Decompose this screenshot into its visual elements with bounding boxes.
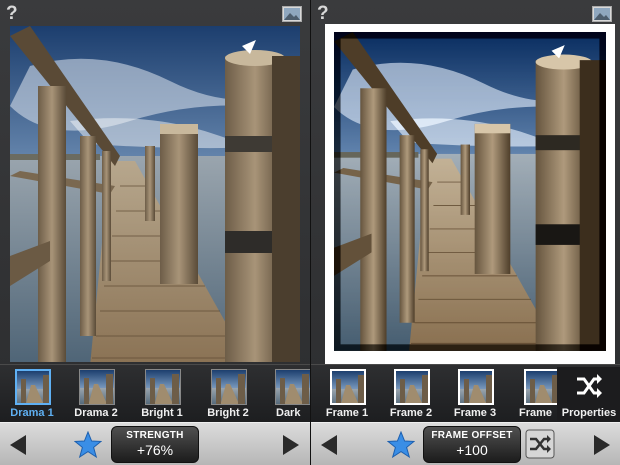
- frame-thumbnail: [394, 369, 430, 405]
- frame-item-2[interactable]: Frame 2: [381, 367, 441, 421]
- image-icon[interactable]: [282, 6, 302, 22]
- frame-label: Frame: [519, 407, 553, 419]
- filter-item-drama-1[interactable]: Drama 1: [2, 367, 62, 421]
- photo-preview[interactable]: [10, 26, 300, 362]
- left-panel: ? Drama 1 Drama 2 Bright 1 Bright 2 Dark…: [0, 0, 310, 465]
- filter-thumbnail: [79, 369, 115, 405]
- shuffle-icon[interactable]: [525, 429, 555, 459]
- frame-offset-control[interactable]: FRAME OFFSET +100: [423, 426, 521, 463]
- right-arrow-icon[interactable]: [588, 432, 614, 458]
- strength-control[interactable]: STRENGTH +76%: [111, 426, 199, 463]
- filter-item-bright-1[interactable]: Bright 1: [132, 367, 192, 421]
- shuffle-icon: [577, 374, 602, 398]
- filter-label: Drama 2: [74, 407, 118, 419]
- frame-label: Frame 2: [389, 407, 433, 419]
- frame-strip[interactable]: Frame 1 Frame 2 Frame 3 Frame Properties: [311, 364, 620, 422]
- filter-label: Drama 1: [10, 407, 54, 419]
- frame-item-3[interactable]: Frame 3: [445, 367, 505, 421]
- help-icon[interactable]: ?: [6, 4, 22, 24]
- param-label: FRAME OFFSET: [431, 430, 513, 441]
- star-icon[interactable]: [74, 431, 102, 459]
- photo-frame: [334, 32, 606, 356]
- filter-thumbnail: [275, 369, 310, 405]
- image-icon[interactable]: [592, 6, 612, 22]
- frame-item-1[interactable]: Frame 1: [317, 367, 377, 421]
- right-arrow-icon[interactable]: [277, 432, 303, 458]
- param-label: STRENGTH: [126, 430, 184, 441]
- properties-button[interactable]: Properties: [557, 367, 620, 421]
- filter-label: Dark: [276, 407, 301, 419]
- right-panel: ? Frame 1 Frame 2 Frame 3 Frame Properti…: [310, 0, 620, 465]
- left-arrow-icon[interactable]: [6, 432, 32, 458]
- filter-strip[interactable]: Drama 1 Drama 2 Bright 1 Bright 2 Dark: [0, 364, 310, 422]
- frame-thumbnail: [330, 369, 366, 405]
- filter-label: Bright 1: [141, 407, 183, 419]
- pier-photo: [334, 32, 606, 351]
- star-icon[interactable]: [387, 431, 415, 459]
- left-arrow-icon[interactable]: [317, 432, 343, 458]
- bottom-toolbar: FRAME OFFSET +100: [311, 422, 620, 465]
- frame-thumbnail: [524, 369, 557, 405]
- pier-photo: [10, 26, 300, 362]
- framed-photo-preview[interactable]: [325, 24, 615, 364]
- bottom-toolbar: STRENGTH +76%: [0, 422, 310, 465]
- frame-item-4[interactable]: Frame: [511, 367, 557, 421]
- frame-label: Frame 1: [325, 407, 369, 419]
- filter-thumbnail: [211, 369, 247, 405]
- filter-item-dark[interactable]: Dark: [262, 367, 310, 421]
- properties-label: Properties: [561, 407, 617, 419]
- top-bar: ?: [0, 0, 310, 28]
- filter-item-drama-2[interactable]: Drama 2: [66, 367, 126, 421]
- filter-thumbnail: [145, 369, 181, 405]
- help-icon[interactable]: ?: [317, 4, 333, 24]
- param-value: +100: [456, 442, 488, 458]
- app-root: ? Drama 1 Drama 2 Bright 1 Bright 2 Dark…: [0, 0, 620, 465]
- frame-label: Frame 3: [453, 407, 497, 419]
- filter-item-bright-2[interactable]: Bright 2: [198, 367, 258, 421]
- frame-thumbnail: [458, 369, 494, 405]
- param-value: +76%: [136, 442, 174, 458]
- filter-thumbnail: [15, 369, 51, 405]
- filter-label: Bright 2: [207, 407, 249, 419]
